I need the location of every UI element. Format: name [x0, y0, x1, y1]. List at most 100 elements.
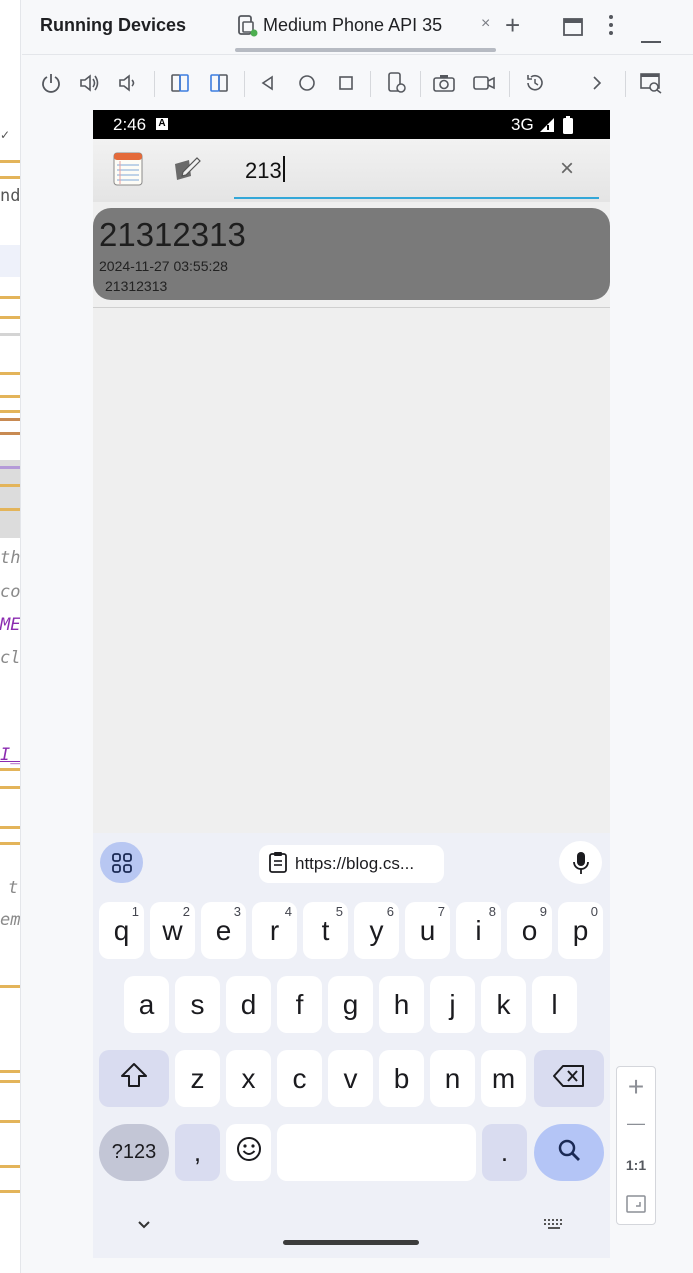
code-fragment: I_I — [0, 745, 21, 765]
zoom-actual-size-button[interactable]: 1:1 — [617, 1157, 655, 1173]
key-y[interactable]: y6 — [354, 902, 399, 959]
key-h[interactable]: h — [379, 976, 424, 1033]
navigation-bar — [93, 1203, 610, 1258]
space-key[interactable] — [277, 1124, 476, 1181]
code-fragment: co — [0, 582, 21, 602]
key-k[interactable]: k — [481, 976, 526, 1033]
volume-down-icon[interactable] — [116, 71, 140, 95]
note-title: 21312313 — [99, 216, 246, 253]
power-icon[interactable] — [39, 71, 63, 95]
key-w[interactable]: w2 — [150, 902, 195, 959]
key-n[interactable]: n — [430, 1050, 475, 1107]
key-l[interactable]: l — [532, 976, 577, 1033]
chevron-right-icon[interactable] — [585, 71, 609, 95]
network-type: 3G — [511, 115, 534, 134]
tab-underline — [235, 48, 496, 52]
clipboard-suggestion[interactable]: https://blog.cs... — [259, 845, 444, 883]
search-key[interactable] — [534, 1124, 604, 1181]
key-a[interactable]: a — [124, 976, 169, 1033]
key-d[interactable]: d — [226, 976, 271, 1033]
key-p[interactable]: p0 — [558, 902, 603, 959]
gesture-handle[interactable] — [283, 1240, 419, 1245]
note-date: 2024-11-27 03:55:28 — [99, 258, 228, 274]
period-key[interactable]: . — [482, 1124, 527, 1181]
rotate-right-icon[interactable] — [207, 71, 231, 95]
key-s[interactable]: s — [175, 976, 220, 1033]
window-icon[interactable] — [563, 16, 583, 42]
key-x[interactable]: x — [226, 1050, 271, 1107]
key-z[interactable]: z — [175, 1050, 220, 1107]
status-time: 2:46 — [113, 115, 147, 134]
home-icon[interactable] — [295, 71, 319, 95]
chevron-down-icon[interactable] — [137, 1213, 151, 1236]
shift-key[interactable] — [99, 1050, 169, 1107]
keyboard-suggestion-bar: https://blog.cs... — [93, 833, 610, 891]
close-icon[interactable]: × — [481, 15, 490, 33]
add-tab-icon[interactable]: + — [505, 10, 520, 41]
list-item[interactable]: 21312313 2024-11-27 03:55:28 21312313 — [93, 208, 610, 300]
code-fragment: nd — [0, 186, 21, 206]
volume-up-icon[interactable] — [78, 71, 102, 95]
comma-key[interactable]: , — [175, 1124, 220, 1181]
key-e[interactable]: e3 — [201, 902, 246, 959]
a-badge-icon: A — [156, 118, 168, 130]
key-q[interactable]: q1 — [99, 902, 144, 959]
app-bar: 213 × — [93, 139, 610, 202]
fold-chevron-icon[interactable]: ✓ — [0, 128, 10, 142]
key-u[interactable]: u7 — [405, 902, 450, 959]
key-j[interactable]: j — [430, 976, 475, 1033]
clipboard-icon — [269, 851, 287, 878]
clipboard-text: https://blog.cs... — [295, 854, 415, 873]
emoji-icon — [236, 1136, 262, 1169]
back-icon[interactable] — [256, 71, 280, 95]
overview-icon[interactable] — [334, 71, 358, 95]
emoji-key[interactable] — [226, 1124, 271, 1181]
battery-icon — [563, 116, 573, 139]
key-b[interactable]: b — [379, 1050, 424, 1107]
key-r[interactable]: r4 — [252, 902, 297, 959]
search-input[interactable]: 213 — [245, 156, 285, 184]
code-fragment: ME_ — [0, 615, 21, 635]
minimize-icon[interactable] — [641, 24, 661, 50]
new-note-icon[interactable] — [173, 156, 201, 187]
zoom-controls: + — 1:1 — [616, 1066, 656, 1225]
zoom-fit-icon[interactable] — [617, 1195, 655, 1218]
key-f[interactable]: f — [277, 976, 322, 1033]
apps-grid-icon[interactable] — [100, 842, 143, 883]
notepad-icon[interactable] — [113, 152, 143, 191]
snapshot-restore-icon[interactable] — [523, 71, 547, 95]
phone-screen[interactable]: 2:46 A 3G 213 × 21312313 2024-11-27 03:5… — [93, 110, 610, 1258]
code-fragment: cl — [0, 648, 21, 668]
video-record-icon[interactable] — [472, 71, 496, 95]
search-icon — [557, 1137, 581, 1169]
key-g[interactable]: g — [328, 976, 373, 1033]
zoom-out-button[interactable]: — — [617, 1113, 655, 1134]
zoom-in-button[interactable]: + — [617, 1071, 655, 1103]
key-i[interactable]: i8 — [456, 902, 501, 959]
microphone-icon[interactable] — [559, 841, 602, 884]
text-caret — [282, 156, 285, 182]
window-search-icon[interactable] — [639, 71, 663, 95]
tab-medium-phone[interactable]: Medium Phone API 35 × — [235, 6, 496, 52]
soft-keyboard: https://blog.cs... q1 w2 e3 r4 t5 y6 u7 … — [93, 833, 610, 1258]
key-m[interactable]: m — [481, 1050, 526, 1107]
search-underline — [234, 197, 599, 199]
camera-icon[interactable] — [432, 71, 456, 95]
key-v[interactable]: v — [328, 1050, 373, 1107]
backspace-key[interactable] — [534, 1050, 604, 1107]
note-preview: 21312313 — [105, 278, 168, 294]
shift-icon — [120, 1062, 148, 1095]
key-c[interactable]: c — [277, 1050, 322, 1107]
keyboard-switch-icon[interactable] — [543, 1217, 565, 1235]
key-o[interactable]: o9 — [507, 902, 552, 959]
device-settings-icon[interactable] — [385, 71, 409, 95]
rotate-left-icon[interactable] — [168, 71, 192, 95]
key-t[interactable]: t5 — [303, 902, 348, 959]
code-fragment: the — [0, 548, 21, 568]
status-bar: 2:46 A 3G — [93, 110, 610, 139]
divider — [93, 307, 610, 308]
more-vertical-icon[interactable] — [608, 14, 614, 42]
device-icon — [237, 14, 259, 43]
symbols-key[interactable]: ?123 — [99, 1124, 169, 1181]
clear-search-icon[interactable]: × — [560, 155, 574, 183]
